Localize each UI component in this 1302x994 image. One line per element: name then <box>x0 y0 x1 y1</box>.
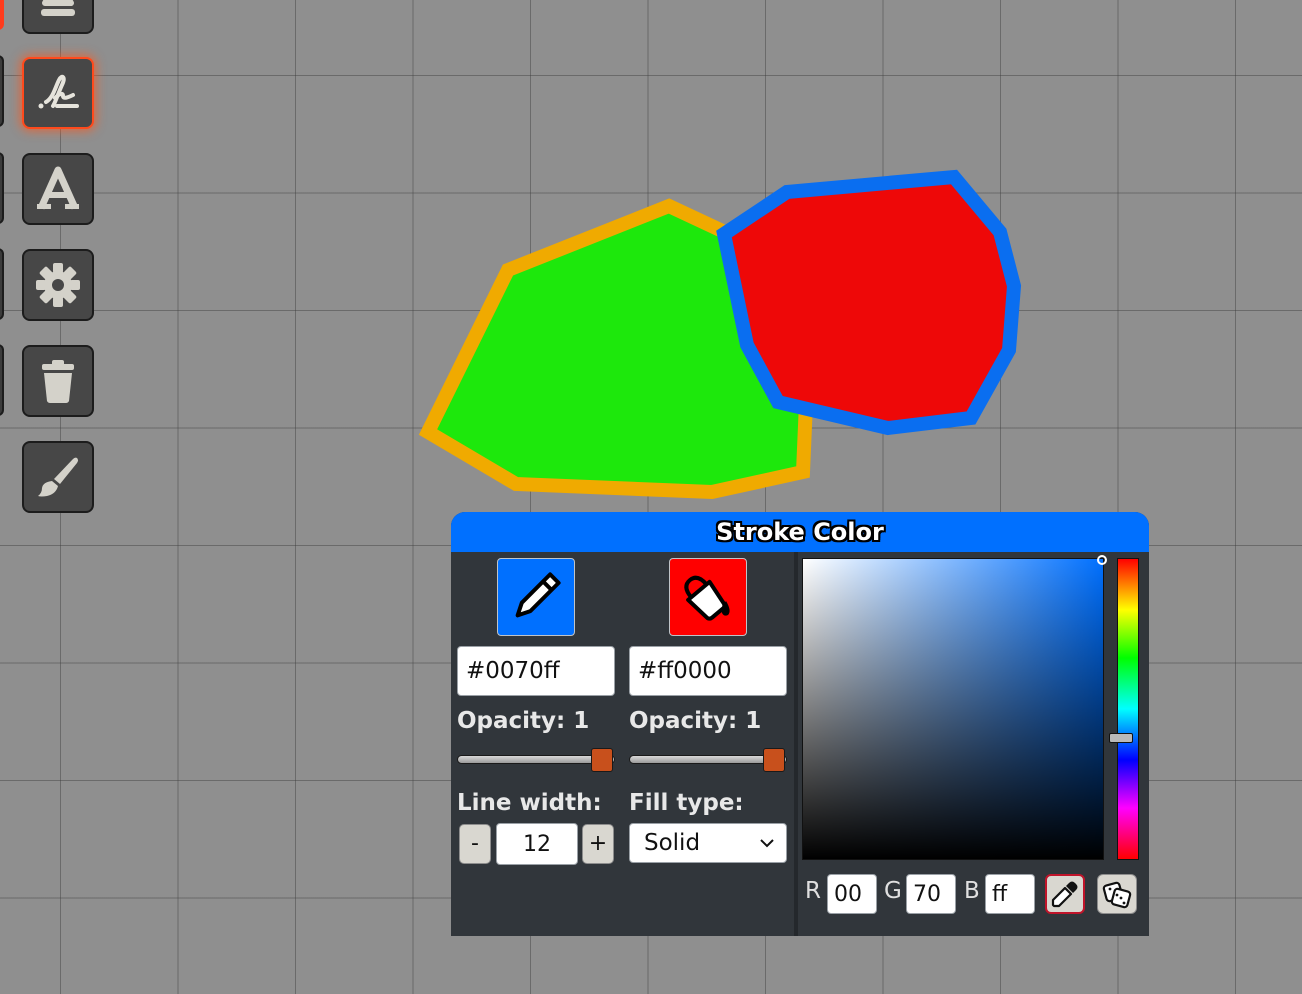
line-width-input[interactable] <box>496 823 578 865</box>
red-input[interactable] <box>827 874 877 914</box>
signature-icon <box>38 74 79 109</box>
sidebar-edge-tab <box>0 152 4 224</box>
polygon-icon <box>41 0 75 16</box>
fill-color-swatch[interactable] <box>669 558 747 636</box>
trash-icon <box>42 360 74 403</box>
slider-thumb[interactable] <box>763 748 785 772</box>
fill-type-value: Solid <box>644 830 701 856</box>
random-color-button[interactable] <box>1097 874 1137 914</box>
sidebar-edge-tab <box>0 55 4 127</box>
fill-opacity-label: Opacity: 1 <box>629 708 762 734</box>
blue-input[interactable] <box>985 874 1035 914</box>
line-width-decrement-button[interactable]: - <box>459 824 491 864</box>
hue-slider-thumb[interactable] <box>1109 733 1133 743</box>
stroke-hex-input[interactable] <box>457 646 615 696</box>
chevron-down-icon <box>760 839 774 848</box>
line-width-increment-button[interactable]: + <box>582 824 614 864</box>
fill-hex-input[interactable] <box>629 646 787 696</box>
paint-tool-button[interactable] <box>22 441 94 513</box>
stroke-opacity-slider[interactable] <box>457 748 615 772</box>
sidebar-edge-tab <box>0 0 4 30</box>
text-tool-button[interactable] <box>22 153 94 225</box>
picker-cursor[interactable] <box>1097 555 1107 565</box>
gear-icon <box>36 263 80 307</box>
hue-slider[interactable] <box>1109 558 1139 860</box>
pencil-icon <box>515 572 561 618</box>
color-panel: Stroke Color Opacity: 1 Line width: - + … <box>451 512 1149 936</box>
fill-opacity-slider[interactable] <box>629 748 787 772</box>
blue-label: B <box>964 878 980 904</box>
freehand-tool-button[interactable] <box>22 57 94 129</box>
polygon-tool-button[interactable] <box>22 0 94 34</box>
sidebar-edge-tab <box>0 344 4 416</box>
settings-button[interactable] <box>22 249 94 321</box>
stroke-color-swatch[interactable] <box>497 558 575 636</box>
dice-icon <box>1102 881 1132 909</box>
line-width-label: Line width: <box>457 790 602 816</box>
slider-thumb[interactable] <box>591 748 613 772</box>
fill-type-label: Fill type: <box>629 790 744 816</box>
panel-title[interactable]: Stroke Color <box>451 512 1149 552</box>
text-icon <box>37 166 79 210</box>
saturation-value-picker[interactable] <box>802 555 1107 860</box>
delete-button[interactable] <box>22 345 94 417</box>
green-label: G <box>884 878 902 904</box>
green-input[interactable] <box>906 874 956 914</box>
stroke-opacity-label: Opacity: 1 <box>457 708 590 734</box>
red-polygon[interactable] <box>716 169 1022 436</box>
eyedropper-icon <box>1051 881 1078 908</box>
red-label: R <box>805 878 821 904</box>
sidebar-edge-tab <box>0 248 4 320</box>
paint-bucket-icon <box>684 575 730 621</box>
brush-icon <box>38 457 78 497</box>
fill-type-select[interactable]: Solid <box>629 823 787 863</box>
eyedropper-button[interactable] <box>1045 874 1085 914</box>
panel-divider <box>794 552 798 936</box>
